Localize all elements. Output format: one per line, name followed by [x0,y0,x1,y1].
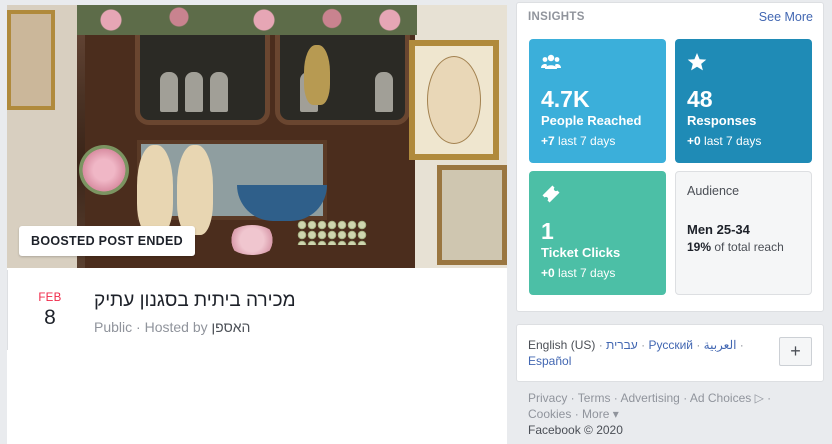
footer-terms-link[interactable]: Terms [578,391,611,405]
language-arabic[interactable]: العربية [704,338,737,352]
footer-more-link[interactable]: More [582,407,609,421]
hosted-by-label: Hosted by [144,319,208,335]
footer-ad-choices-link[interactable]: Ad Choices [690,391,751,405]
footer-privacy-link[interactable]: Privacy [528,391,567,405]
event-day: 8 [44,306,56,329]
ad-choices-icon: ▷ [751,391,764,405]
ticket-icon [542,185,560,203]
language-russian[interactable]: Русский [648,338,693,352]
see-more-link[interactable]: See More [759,10,813,24]
language-hebrew[interactable]: עברית [606,338,638,352]
people-reached-label: People Reached [541,113,642,128]
event-title[interactable]: מכירה ביתית בסגנון עתיק [94,290,296,312]
footer-advertising-link[interactable]: Advertising [620,391,679,405]
event-card: BOOSTED POST ENDED FEB 8 מכירה ביתית בסג… [7,5,507,444]
more-languages-button[interactable]: + [779,337,812,366]
event-host-link[interactable]: האספן [212,319,251,335]
star-icon [687,53,707,71]
audience-title: Audience [687,184,740,198]
caret-down-icon: ▾ [609,407,619,421]
people-reached-delta: +7 last 7 days [541,134,616,148]
ticket-clicks-delta: +0 last 7 days [541,266,616,280]
current-language: English (US) [528,338,596,352]
responses-value: 48 [687,86,713,112]
footer-cookies-link[interactable]: Cookies [528,407,571,421]
boosted-post-ended-badge: BOOSTED POST ENDED [19,226,195,256]
ticket-clicks-value: 1 [541,218,554,244]
audience-tile[interactable]: Audience Men 25-34 19% of total reach [675,171,812,295]
ticket-clicks-label: Ticket Clicks [541,245,621,260]
audience-percent: 19% of total reach [687,240,784,254]
language-spanish[interactable]: Español [528,354,571,368]
people-icon [541,54,561,69]
event-privacy: Public [94,319,133,335]
people-reached-tile[interactable]: 4.7K People Reached +7 last 7 days [529,39,666,163]
insights-heading: INSIGHTS [528,11,585,23]
footer-copyright: Facebook © 2020 [528,423,623,437]
ticket-clicks-tile[interactable]: 1 Ticket Clicks +0 last 7 days [529,171,666,295]
audience-main: Men 25-34 [687,222,750,237]
event-meta: Public · Hosted by האספן [94,319,251,335]
people-reached-value: 4.7K [541,86,590,112]
event-date: FEB 8 [27,292,73,330]
language-selector: English (US) · עברית · Русский · العربية… [516,324,824,382]
footer: Privacy · Terms · Advertising · Ad Choic… [528,390,818,438]
responses-tile[interactable]: 48 Responses +0 last 7 days [675,39,812,163]
event-month: FEB [38,292,62,304]
insights-panel: INSIGHTS See More 4.7K People Reached +7… [516,2,824,312]
responses-label: Responses [687,113,757,128]
responses-delta: +0 last 7 days [687,134,762,148]
